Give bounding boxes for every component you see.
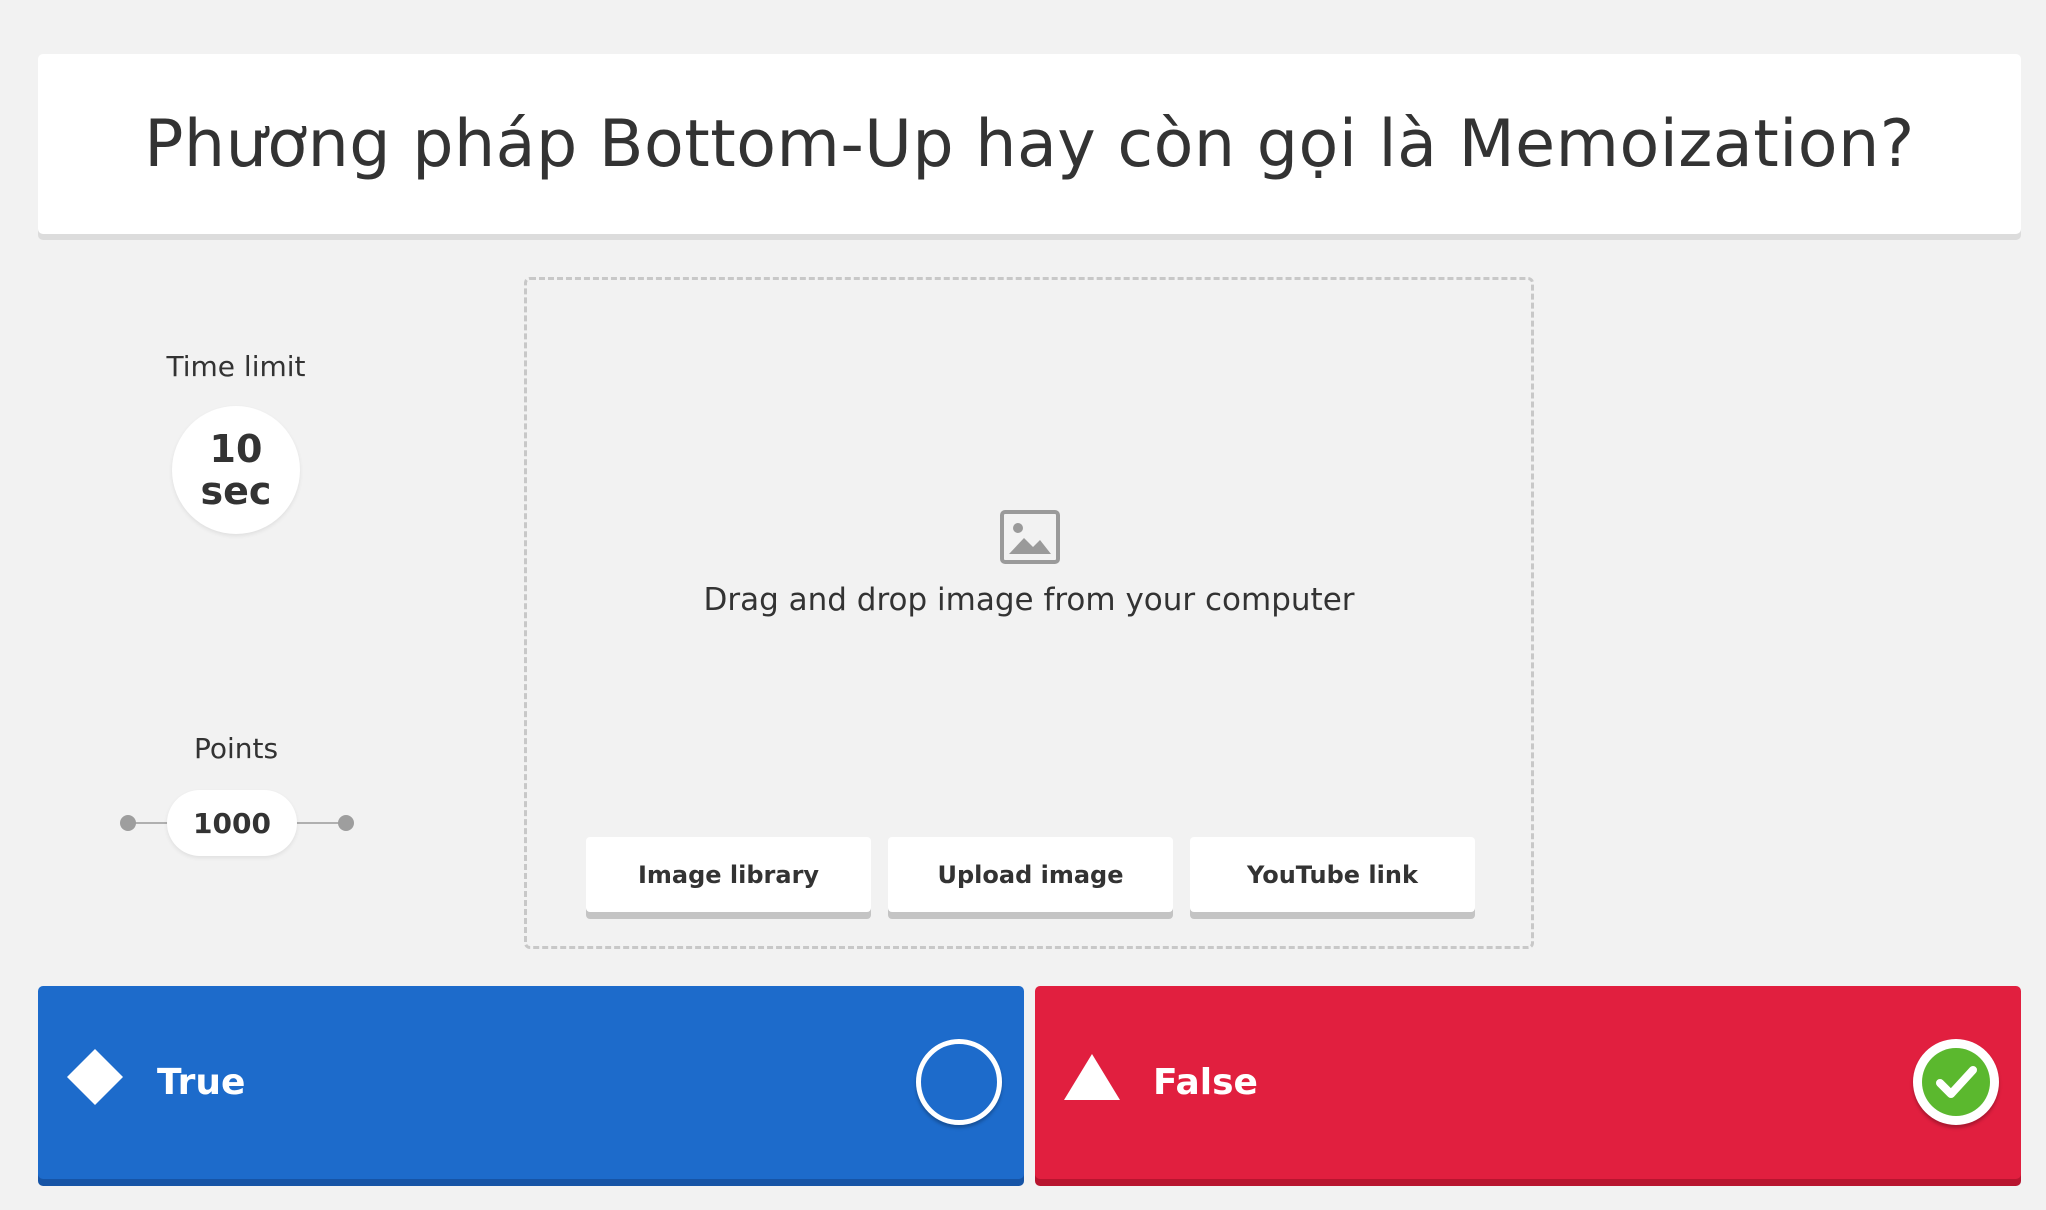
drop-instructions: Drag and drop image from your computer	[703, 582, 1355, 618]
answer-false[interactable]: False	[1035, 986, 2021, 1179]
answer-true-label: True	[157, 1062, 246, 1103]
triangle-icon	[1064, 1054, 1120, 1100]
image-dropzone[interactable]: Drag and drop image from your computer I…	[524, 277, 1534, 949]
checkmark-icon	[1922, 1048, 1990, 1116]
points-value[interactable]: 1000	[167, 790, 297, 856]
settings-sidebar: Time limit 10 sec Points 1000	[100, 300, 372, 900]
youtube-link-button[interactable]: YouTube link	[1190, 837, 1475, 912]
mark-correct-toggle-true[interactable]	[916, 1039, 1002, 1125]
slider-max-dot[interactable]	[338, 815, 354, 831]
mark-correct-toggle-false[interactable]	[1913, 1039, 1999, 1125]
image-library-button[interactable]: Image library	[586, 837, 871, 912]
answer-true[interactable]: True	[38, 986, 1024, 1179]
upload-image-button[interactable]: Upload image	[888, 837, 1173, 912]
points-label: Points	[193, 732, 279, 765]
time-limit-value: 10	[209, 427, 263, 471]
answer-false-label: False	[1153, 1062, 1258, 1103]
time-limit-selector[interactable]: 10 sec	[172, 406, 300, 534]
question-title[interactable]: Phương pháp Bottom-Up hay còn gọi là Mem…	[144, 107, 1915, 182]
points-slider[interactable]: 1000	[100, 790, 372, 856]
time-limit-label: Time limit	[166, 350, 306, 383]
image-icon	[1000, 510, 1060, 564]
question-card[interactable]: Phương pháp Bottom-Up hay còn gọi là Mem…	[38, 54, 2021, 234]
time-limit-unit: sec	[200, 469, 272, 513]
diamond-icon	[67, 1049, 123, 1105]
slider-min-dot[interactable]	[120, 815, 136, 831]
media-buttons: Image library Upload image YouTube link	[586, 837, 1475, 912]
